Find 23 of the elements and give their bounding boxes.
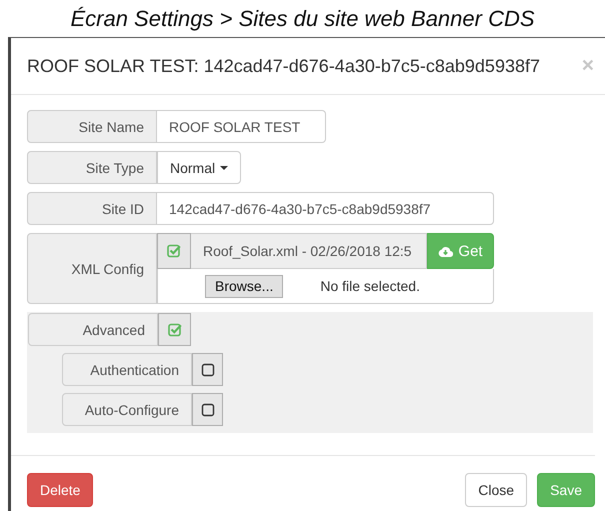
field-label: Advanced bbox=[28, 313, 158, 346]
option-label: Auto-Configure bbox=[62, 393, 192, 426]
dialog-title: ROOF SOLAR TEST: 142cad47-d676-4a30-b7c5-c8ab9d5938f7 bbox=[27, 56, 540, 76]
checkbox[interactable] bbox=[157, 233, 191, 269]
caption: Écran Settings > Sites du site web Banner CDS bbox=[69, 5, 536, 33]
file-status-text: No file selected. bbox=[320, 278, 420, 294]
footer-button[interactable]: Close bbox=[465, 473, 528, 507]
field-label: Site ID bbox=[27, 192, 157, 225]
cloud-download-icon bbox=[438, 245, 454, 257]
text-field[interactable]: ROOF SOLAR TEST bbox=[157, 110, 326, 143]
text-field[interactable]: 142cad47-d676-4a30-b7c5-c8ab9d5938f7 bbox=[157, 192, 494, 225]
checkbox[interactable] bbox=[158, 313, 191, 346]
file-name-field[interactable]: Roof_Solar.xml - 02/26/2018 12:5 bbox=[191, 233, 427, 269]
footer-button[interactable]: Delete bbox=[27, 473, 94, 507]
checkbox[interactable] bbox=[192, 393, 223, 426]
dropdown-button[interactable]: Normal bbox=[157, 151, 242, 184]
field-label: Site Type bbox=[27, 151, 157, 184]
option-label: Authentication bbox=[62, 353, 192, 386]
caret-icon bbox=[220, 166, 228, 170]
field-label: XML Config bbox=[27, 233, 157, 304]
checkbox[interactable] bbox=[192, 353, 223, 386]
browse-button[interactable]: Browse... bbox=[205, 274, 284, 298]
field-label: Site Name bbox=[27, 110, 157, 143]
